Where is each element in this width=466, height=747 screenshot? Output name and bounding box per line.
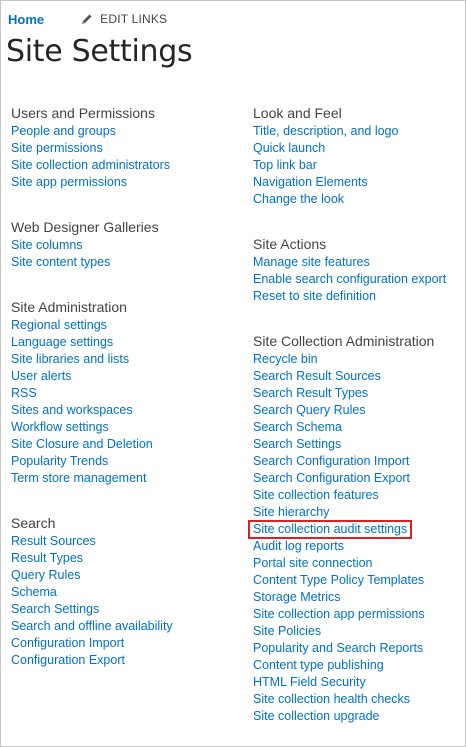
link-enable-search-configuration-export[interactable]: Enable search configuration export	[253, 272, 446, 286]
link-navigation-elements[interactable]: Navigation Elements	[253, 175, 368, 189]
link-site-app-permissions[interactable]: Site app permissions	[11, 175, 127, 189]
section-heading: Users and Permissions	[11, 105, 155, 121]
link-regional-settings[interactable]: Regional settings	[11, 318, 107, 332]
link-search-result-sources[interactable]: Search Result Sources	[253, 369, 381, 383]
link-site-collection-administrators[interactable]: Site collection administrators	[11, 158, 170, 172]
section-heading: Web Designer Galleries	[11, 219, 159, 235]
section-heading: Site Collection Administration	[253, 333, 435, 349]
link-search-schema[interactable]: Search Schema	[253, 420, 342, 434]
link-change-the-look[interactable]: Change the look	[253, 192, 344, 206]
link-html-field-security[interactable]: HTML Field Security	[253, 675, 366, 689]
link-top-link-bar[interactable]: Top link bar	[253, 158, 317, 172]
section-look-and-feel: Look and Feel Title, description, and lo…	[253, 105, 463, 207]
link-site-closure-and-deletion[interactable]: Site Closure and Deletion	[11, 437, 153, 451]
link-title-description-logo[interactable]: Title, description, and logo	[253, 124, 398, 138]
link-language-settings[interactable]: Language settings	[11, 335, 113, 349]
link-people-and-groups[interactable]: People and groups	[11, 124, 116, 138]
link-sites-and-workspaces[interactable]: Sites and workspaces	[11, 403, 133, 417]
link-configuration-import[interactable]: Configuration Import	[11, 636, 124, 650]
section-heading: Site Actions	[253, 236, 327, 252]
link-popularity-trends[interactable]: Popularity Trends	[11, 454, 108, 468]
section-heading: Site Administration	[11, 299, 127, 315]
link-recycle-bin[interactable]: Recycle bin	[253, 352, 318, 366]
link-popularity-and-search-reports[interactable]: Popularity and Search Reports	[253, 641, 423, 655]
top-nav-bar: Home EDIT LINKS	[8, 10, 167, 28]
link-audit-log-reports[interactable]: Audit log reports	[253, 539, 344, 553]
link-site-libraries-and-lists[interactable]: Site libraries and lists	[11, 352, 129, 366]
section-heading: Search	[11, 515, 56, 531]
left-column: Users and Permissions People and groups …	[11, 105, 236, 668]
edit-links-button[interactable]: EDIT LINKS	[80, 12, 167, 26]
section-search: Search Result Sources Result Types Query…	[11, 515, 236, 668]
section-site-collection-administration: Site Collection Administration Recycle b…	[248, 333, 463, 724]
link-reset-to-site-definition[interactable]: Reset to site definition	[253, 289, 376, 303]
link-workflow-settings[interactable]: Workflow settings	[11, 420, 109, 434]
section-web-designer-galleries: Web Designer Galleries Site columns Site…	[11, 219, 236, 270]
link-site-content-types[interactable]: Site content types	[11, 255, 110, 269]
page-title: Site Settings	[6, 34, 193, 69]
right-column: Look and Feel Title, description, and lo…	[248, 105, 463, 724]
link-query-rules[interactable]: Query Rules	[11, 568, 80, 582]
link-site-collection-upgrade[interactable]: Site collection upgrade	[253, 709, 379, 723]
link-storage-metrics[interactable]: Storage Metrics	[253, 590, 341, 604]
link-portal-site-connection[interactable]: Portal site connection	[253, 556, 373, 570]
link-configuration-export[interactable]: Configuration Export	[11, 653, 125, 667]
section-users-and-permissions: Users and Permissions People and groups …	[11, 105, 236, 190]
section-heading: Look and Feel	[253, 105, 342, 121]
section-site-actions: Site Actions Manage site features Enable…	[253, 236, 463, 304]
link-site-permissions[interactable]: Site permissions	[11, 141, 103, 155]
link-search-and-offline-availability[interactable]: Search and offline availability	[11, 619, 173, 633]
link-quick-launch[interactable]: Quick launch	[253, 141, 325, 155]
link-result-sources[interactable]: Result Sources	[11, 534, 96, 548]
link-content-type-publishing[interactable]: Content type publishing	[253, 658, 384, 672]
link-schema[interactable]: Schema	[11, 585, 57, 599]
link-search-configuration-import[interactable]: Search Configuration Import	[253, 454, 409, 468]
link-content-type-policy-templates[interactable]: Content Type Policy Templates	[253, 573, 424, 587]
link-user-alerts[interactable]: User alerts	[11, 369, 71, 383]
home-link[interactable]: Home	[8, 12, 44, 27]
link-site-collection-health-checks[interactable]: Site collection health checks	[253, 692, 410, 706]
edit-links-label: EDIT LINKS	[100, 12, 168, 26]
link-site-columns[interactable]: Site columns	[11, 238, 83, 252]
section-site-administration: Site Administration Regional settings La…	[11, 299, 236, 486]
link-term-store-management[interactable]: Term store management	[11, 471, 146, 485]
link-site-hierarchy[interactable]: Site hierarchy	[253, 505, 329, 519]
link-search-query-rules[interactable]: Search Query Rules	[253, 403, 366, 417]
link-site-collection-features[interactable]: Site collection features	[253, 488, 379, 502]
link-rss[interactable]: RSS	[11, 386, 37, 400]
link-search-settings[interactable]: Search Settings	[253, 437, 341, 451]
link-site-collection-app-permissions[interactable]: Site collection app permissions	[253, 607, 425, 621]
link-search-configuration-export[interactable]: Search Configuration Export	[253, 471, 410, 485]
link-result-types[interactable]: Result Types	[11, 551, 83, 565]
link-search-settings[interactable]: Search Settings	[11, 602, 99, 616]
link-search-result-types[interactable]: Search Result Types	[253, 386, 368, 400]
link-manage-site-features[interactable]: Manage site features	[253, 255, 370, 269]
pencil-icon	[82, 14, 92, 24]
link-site-policies[interactable]: Site Policies	[253, 624, 321, 638]
